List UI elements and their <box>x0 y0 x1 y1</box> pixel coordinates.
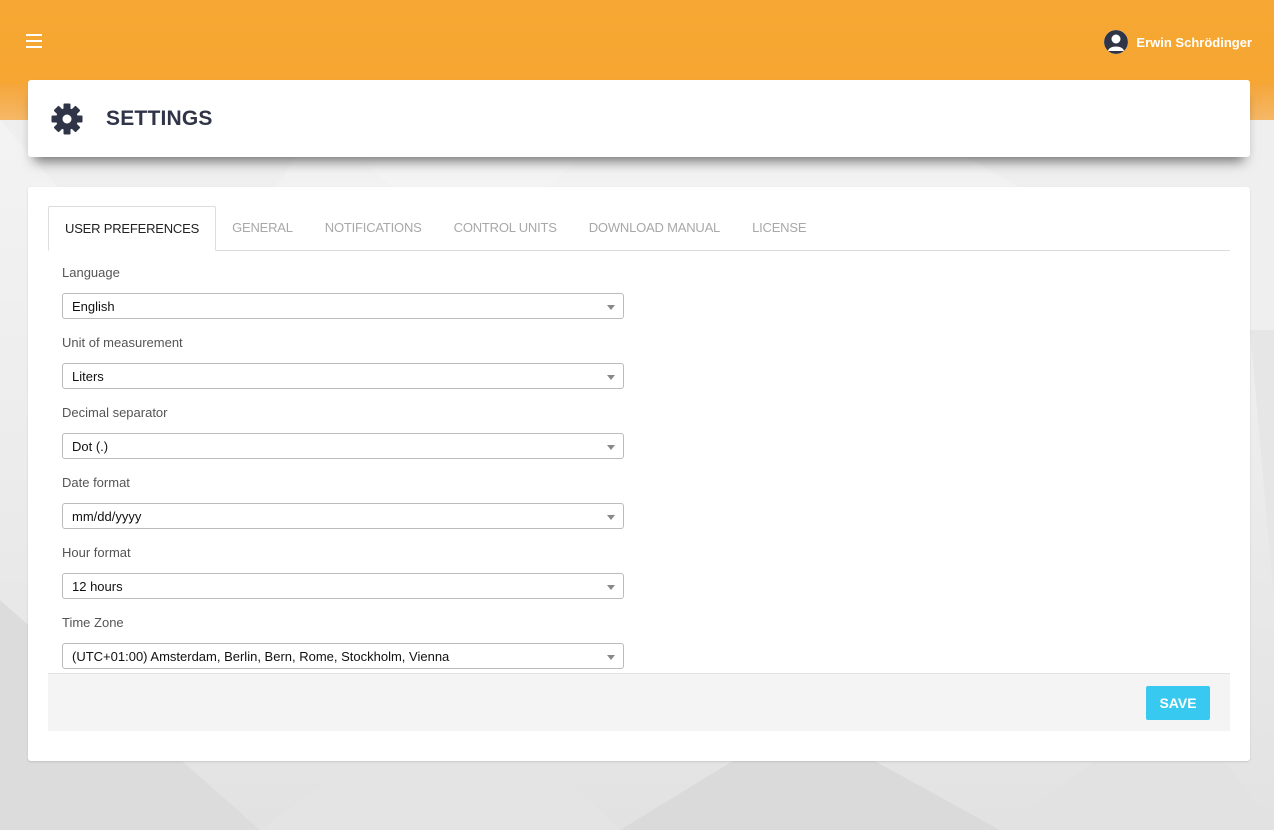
chevron-down-icon <box>607 375 615 380</box>
tab-general[interactable]: GENERAL <box>216 206 309 250</box>
language-label: Language <box>62 265 120 280</box>
chevron-down-icon <box>607 305 615 310</box>
form-footer: SAVE <box>48 673 1230 731</box>
date-format-value: mm/dd/yyyy <box>72 509 142 524</box>
unit-of-measurement-label: Unit of measurement <box>62 335 183 350</box>
decimal-separator-value: Dot (.) <box>72 439 109 454</box>
hamburger-menu-icon[interactable] <box>26 34 42 48</box>
gear-icon <box>51 103 83 134</box>
user-avatar-icon <box>1104 30 1129 54</box>
decimal-separator-label: Decimal separator <box>62 405 168 420</box>
unit-of-measurement-value: Liters <box>72 369 104 384</box>
hour-format-label: Hour format <box>62 545 131 560</box>
save-button[interactable]: SAVE <box>1146 686 1210 720</box>
page-title: SETTINGS <box>106 106 213 130</box>
tab-license[interactable]: LICENSE <box>736 206 822 250</box>
date-format-label: Date format <box>62 475 130 490</box>
page-header-card: SETTINGS <box>28 80 1250 157</box>
chevron-down-icon <box>607 655 615 660</box>
unit-of-measurement-select[interactable]: Liters <box>62 363 624 389</box>
time-zone-select[interactable]: (UTC+01:00) Amsterdam, Berlin, Bern, Rom… <box>62 643 624 669</box>
tab-user-preferences[interactable]: USER PREFERENCES <box>48 206 217 251</box>
tab-notifications[interactable]: NOTIFICATIONS <box>309 206 438 250</box>
date-format-select[interactable]: mm/dd/yyyy <box>62 503 624 529</box>
hour-format-value: 12 hours <box>72 579 123 594</box>
time-zone-value: (UTC+01:00) Amsterdam, Berlin, Bern, Rom… <box>72 649 450 664</box>
time-zone-label: Time Zone <box>62 615 124 630</box>
settings-tabs: USER PREFERENCES GENERAL NOTIFICATIONS C… <box>48 206 1230 251</box>
hour-format-select[interactable]: 12 hours <box>62 573 624 599</box>
user-preferences-form: Language English Unit of measurement Lit… <box>62 265 624 685</box>
tab-control-units[interactable]: CONTROL UNITS <box>438 206 573 250</box>
chevron-down-icon <box>607 445 615 450</box>
chevron-down-icon <box>607 585 615 590</box>
chevron-down-icon <box>607 515 615 520</box>
decimal-separator-select[interactable]: Dot (.) <box>62 433 624 459</box>
settings-panel: USER PREFERENCES GENERAL NOTIFICATIONS C… <box>28 187 1250 761</box>
tab-download-manual[interactable]: DOWNLOAD MANUAL <box>573 206 736 250</box>
language-value: English <box>72 299 115 314</box>
user-menu[interactable]: Erwin Schrödinger <box>1104 30 1252 54</box>
user-name: Erwin Schrödinger <box>1136 34 1252 50</box>
language-select[interactable]: English <box>62 293 624 319</box>
